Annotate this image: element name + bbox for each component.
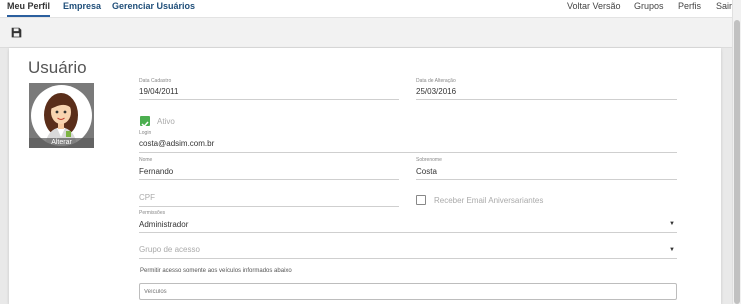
data-cadastro-label: Data Cadastro bbox=[139, 78, 172, 84]
cpf-field[interactable]: CPF bbox=[139, 191, 399, 207]
divider bbox=[139, 152, 677, 153]
checkmark-icon bbox=[141, 121, 149, 128]
sobrenome-field[interactable]: Sobrenome Costa bbox=[416, 157, 677, 180]
nav-grupos[interactable]: Grupos bbox=[634, 0, 664, 17]
receber-email-checkbox[interactable] bbox=[416, 195, 426, 205]
nav-meu-perfil[interactable]: Meu Perfil bbox=[7, 0, 51, 17]
divider bbox=[139, 206, 399, 207]
avatar-change-label[interactable]: Alterar bbox=[29, 138, 94, 148]
sobrenome-value: Costa bbox=[416, 167, 437, 176]
permissoes-label: Permissões bbox=[139, 210, 166, 216]
scrollbar-thumb[interactable] bbox=[734, 20, 740, 304]
avatar[interactable]: Alterar bbox=[29, 83, 94, 148]
data-alteracao-label: Data de Alteração bbox=[416, 78, 456, 84]
divider bbox=[139, 258, 677, 259]
page-title: Usuário bbox=[28, 58, 87, 77]
user-illustration-icon bbox=[44, 93, 78, 146]
veiculos-help-text: Permitir acesso somente aos veículos inf… bbox=[140, 268, 292, 274]
grupo-acesso-select[interactable]: Grupo de acesso bbox=[139, 244, 677, 259]
nome-label: Nome bbox=[139, 157, 153, 163]
login-label: Login bbox=[139, 130, 152, 136]
data-alteracao-value: 25/03/2016 bbox=[416, 87, 457, 96]
nome-field[interactable]: Nome Fernando bbox=[139, 157, 399, 180]
divider bbox=[139, 179, 399, 180]
divider bbox=[139, 232, 677, 233]
data-cadastro-field: Data Cadastro 19/04/2011 bbox=[139, 78, 399, 100]
ativo-checkbox[interactable] bbox=[140, 116, 150, 128]
cpf-placeholder: CPF bbox=[139, 193, 155, 202]
avatar-image bbox=[31, 85, 92, 146]
chevron-down-icon[interactable]: ▼ bbox=[669, 247, 675, 253]
nav-sair[interactable]: Sair bbox=[716, 0, 732, 17]
user-form-card: Usuário Alterar Data Cadastro 19/04/2011… bbox=[9, 48, 721, 304]
veiculos-input[interactable] bbox=[139, 283, 677, 300]
top-nav: Meu Perfil Empresa Gerenciar Usuários Vo… bbox=[0, 0, 732, 18]
nav-perfis[interactable]: Perfis bbox=[678, 0, 701, 17]
ativo-label: Ativo bbox=[157, 117, 175, 126]
nav-voltar-versao[interactable]: Voltar Versão bbox=[567, 0, 621, 17]
permissoes-value: Administrador bbox=[139, 220, 189, 229]
nav-gerenciar-usuarios[interactable]: Gerenciar Usuários bbox=[112, 0, 195, 17]
toolbar bbox=[0, 18, 732, 48]
nome-value: Fernando bbox=[139, 167, 174, 176]
nav-empresa[interactable]: Empresa bbox=[63, 0, 101, 17]
divider bbox=[416, 179, 677, 180]
login-field[interactable]: Login costa@adsim.com.br bbox=[139, 130, 677, 153]
permissoes-select[interactable]: Permissões Administrador bbox=[139, 210, 677, 233]
grupo-acesso-placeholder: Grupo de acesso bbox=[139, 245, 200, 254]
chevron-down-icon[interactable]: ▼ bbox=[669, 221, 675, 227]
receber-email-label: Receber Email Aniversariantes bbox=[434, 196, 544, 205]
save-icon[interactable] bbox=[11, 27, 22, 38]
data-cadastro-value: 19/04/2011 bbox=[139, 87, 179, 96]
sobrenome-label: Sobrenome bbox=[416, 157, 442, 163]
login-value: costa@adsim.com.br bbox=[139, 139, 215, 148]
data-alteracao-field: Data de Alteração 25/03/2016 bbox=[416, 78, 677, 100]
divider bbox=[416, 99, 677, 100]
divider bbox=[139, 99, 399, 100]
